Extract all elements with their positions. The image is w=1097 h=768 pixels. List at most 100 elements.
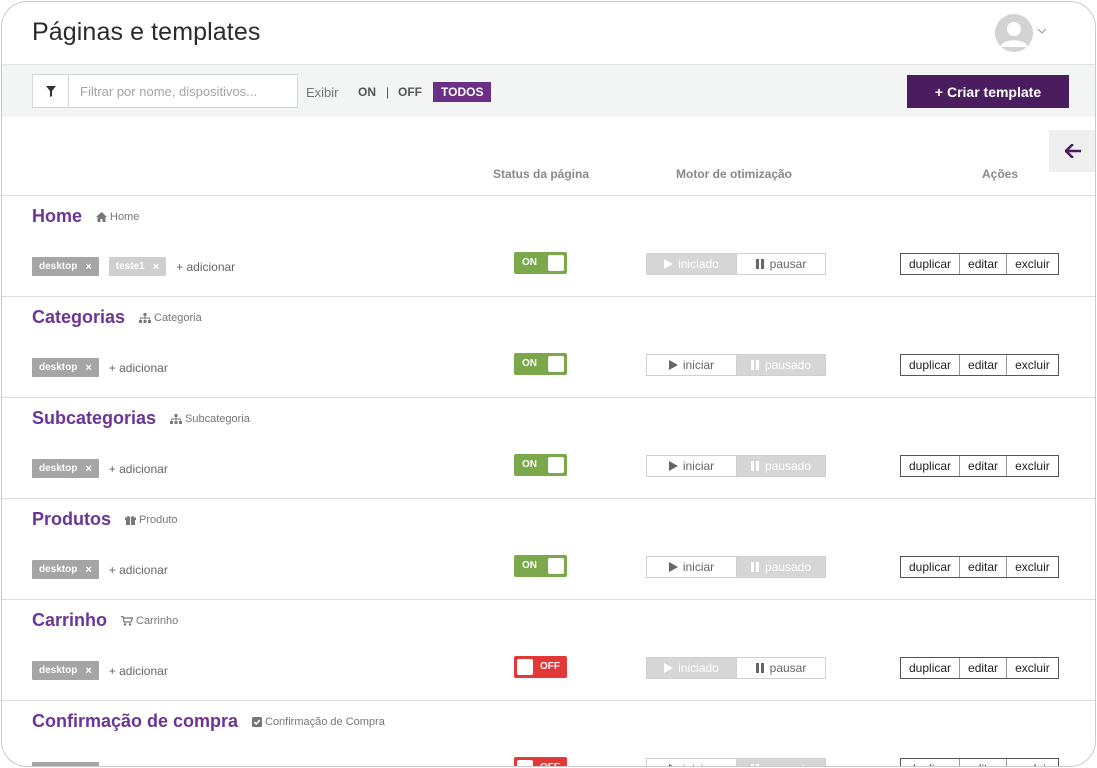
action-duplicar-button[interactable]: duplicar [901,355,960,375]
sitemap-icon [139,313,151,323]
device-tag: teste1 × [108,257,167,276]
template-row: Confirmação de compra Confirmação de Com… [2,700,1095,767]
action-editar-button[interactable]: editar [959,658,1007,678]
motor-start-button[interactable]: iniciar [647,456,736,476]
motor-start-label: iniciado [678,661,719,675]
remove-tag-icon[interactable]: × [85,766,91,767]
action-editar-button[interactable]: editar [959,759,1007,766]
device-tags: desktop × + adicionar [32,661,168,680]
motor-pause-button[interactable]: pausado [736,355,825,375]
add-device-link[interactable]: + adicionar [109,462,168,476]
motor-pause-button[interactable]: pausar [736,254,825,274]
row-type: Produto [125,514,178,526]
device-tag: desktop × [32,459,99,478]
row-title[interactable]: Confirmação de compra [32,711,238,732]
row-title[interactable]: Subcategorias [32,408,156,429]
row-title[interactable]: Carrinho [32,610,107,631]
status-toggle-label: ON [522,459,537,470]
row-type-label: Subcategoria [185,413,250,425]
motor-start-label: iniciar [682,459,715,473]
status-toggle[interactable]: ON [514,252,567,274]
add-device-link[interactable]: + adicionar [109,361,168,375]
action-duplicar-button[interactable]: duplicar [901,456,960,476]
action-editar-button[interactable]: editar [959,557,1007,577]
remove-tag-icon[interactable]: × [85,665,91,677]
action-editar-button[interactable]: editar [959,355,1007,375]
template-row: Produtos Produto desktop × + adicionar O… [2,498,1095,599]
remove-tag-icon[interactable]: × [85,362,91,374]
row-actions: duplicareditarexcluir [900,354,1059,376]
action-editar-button[interactable]: editar [959,254,1007,274]
row-actions: duplicareditarexcluir [900,657,1059,679]
remove-tag-icon[interactable]: × [85,463,91,475]
back-button[interactable] [1049,130,1095,172]
motor-pause-button[interactable]: pausado [736,456,825,476]
action-editar-button[interactable]: editar [959,456,1007,476]
motor-start-button[interactable]: iniciar [647,355,736,375]
device-tag-label: teste1 [115,261,145,272]
play-icon [664,663,674,673]
motor-start-button[interactable]: iniciar [647,557,736,577]
optimization-motor-control: iniciar pausado [646,354,826,376]
filter-input[interactable] [70,75,297,107]
motor-start-button[interactable]: iniciado [647,254,736,274]
action-excluir-button[interactable]: excluir [1006,557,1058,577]
action-duplicar-button[interactable]: duplicar [901,254,960,274]
optimization-motor-control: iniciado pausar [646,253,826,275]
status-toggle[interactable]: ON [514,555,567,577]
add-device-link[interactable]: + adicionar [109,765,168,767]
action-duplicar-button[interactable]: duplicar [901,557,960,577]
device-tags: desktop × + adicionar [32,358,168,377]
cart-icon [121,616,133,626]
row-title[interactable]: Produtos [32,509,111,530]
motor-pause-button[interactable]: pausar [736,658,825,678]
check-square-icon [252,717,262,727]
remove-tag-icon[interactable]: × [153,261,159,273]
device-tag: desktop × [32,762,99,767]
play-icon [668,461,678,471]
motor-start-button[interactable]: iniciado [647,658,736,678]
chevron-down-icon[interactable] [1037,26,1047,36]
motor-start-label: iniciar [682,560,715,574]
add-device-link[interactable]: + adicionar [176,260,235,274]
status-toggle-knob [517,659,533,675]
create-template-button[interactable]: + Criar template [907,75,1069,108]
action-excluir-button[interactable]: excluir [1006,355,1058,375]
action-excluir-button[interactable]: excluir [1006,456,1058,476]
device-tags: desktop × teste1 × + adicionar [32,257,235,276]
row-title[interactable]: Home [32,206,82,227]
action-duplicar-button[interactable]: duplicar [901,759,960,766]
remove-tag-icon[interactable]: × [85,261,91,273]
home-icon [96,212,107,222]
template-row: Carrinho Carrinho desktop × + adicionar … [2,599,1095,700]
user-avatar[interactable] [995,14,1033,52]
motor-pause-button[interactable]: pausado [736,759,825,766]
add-device-link[interactable]: + adicionar [109,664,168,678]
optimization-motor-control: iniciar pausado [646,758,826,766]
remove-tag-icon[interactable]: × [85,564,91,576]
motor-start-button[interactable]: iniciar [647,759,736,766]
motor-pause-button[interactable]: pausado [736,557,825,577]
action-excluir-button[interactable]: excluir [1006,254,1058,274]
status-toggle[interactable]: ON [514,454,567,476]
action-excluir-button[interactable]: excluir [1006,759,1058,766]
filter-option-todos[interactable]: TODOS [433,82,492,102]
template-row: Home Home desktop × teste1 × + adicionar… [2,195,1095,296]
action-excluir-button[interactable]: excluir [1006,658,1058,678]
filter-option-on[interactable]: ON [358,85,376,99]
row-type: Subcategoria [170,413,250,425]
status-toggle-knob [517,760,533,766]
add-device-link[interactable]: + adicionar [109,563,168,577]
status-toggle[interactable]: OFF [514,656,567,678]
status-toggle-knob [548,457,564,473]
device-tag-label: desktop [39,261,78,272]
filter-button[interactable] [33,75,69,107]
optimization-motor-control: iniciar pausado [646,556,826,578]
row-title[interactable]: Categorias [32,307,125,328]
gift-icon [125,515,136,525]
filter-option-off[interactable]: OFF [398,85,422,99]
status-toggle[interactable]: ON [514,353,567,375]
status-toggle[interactable]: OFF [514,757,567,766]
row-type: Categoria [139,312,202,324]
action-duplicar-button[interactable]: duplicar [901,658,960,678]
